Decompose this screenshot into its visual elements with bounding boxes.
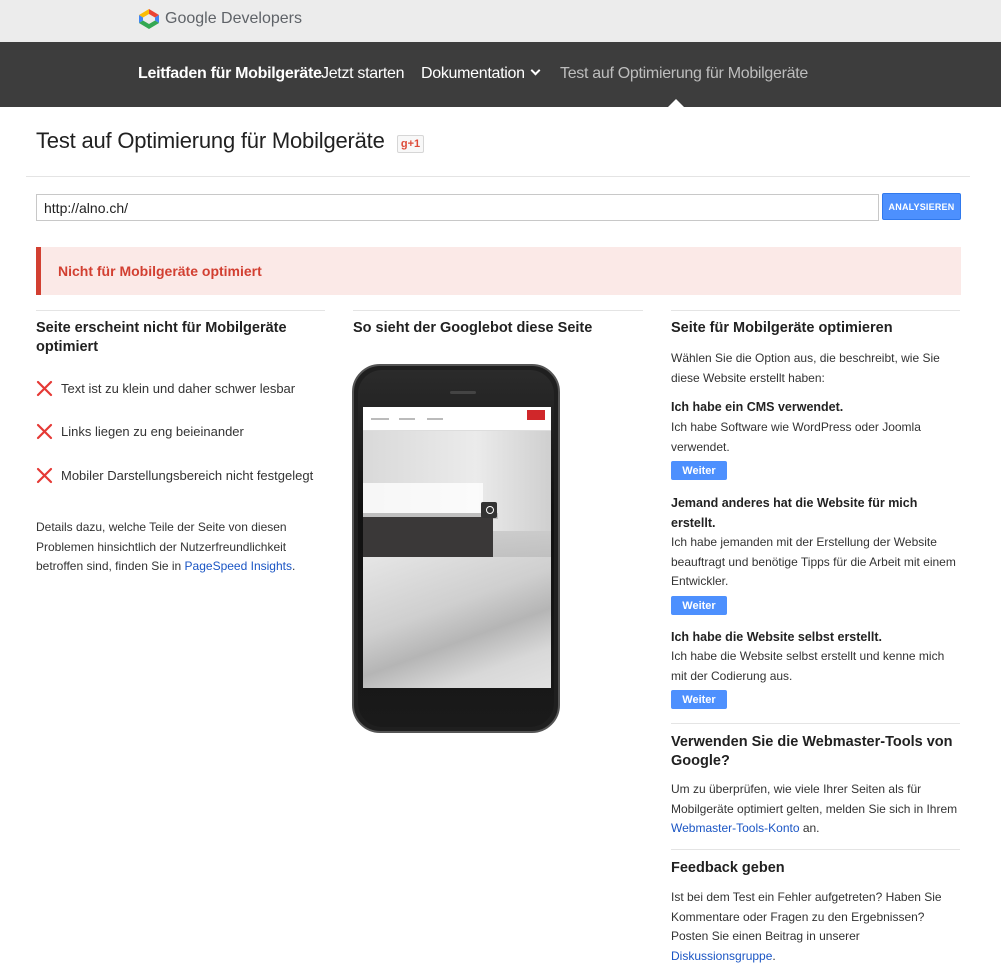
feedback-text-body: Ist bei dem Test ein Fehler aufgetreten?… bbox=[671, 890, 942, 943]
google-developers-logo[interactable]: Google Developers bbox=[138, 8, 302, 30]
webmaster-tools-link[interactable]: Webmaster-Tools-Konto bbox=[671, 821, 800, 835]
divider bbox=[671, 849, 960, 850]
option-desc: Ich habe Software wie WordPress oder Joo… bbox=[671, 420, 921, 454]
option-title: Jemand anderes hat die Website für mich … bbox=[671, 496, 918, 530]
googlebot-screenshot bbox=[363, 407, 551, 688]
phone-speaker bbox=[450, 391, 476, 394]
issue-item: Links liegen zu eng beieinander bbox=[36, 421, 244, 441]
details-text-end: . bbox=[291, 559, 296, 573]
screenshot-cabinet bbox=[363, 517, 493, 557]
weiter-button-self[interactable]: Weiter bbox=[671, 690, 727, 709]
issue-item: Text ist zu klein und daher schwer lesba… bbox=[36, 378, 295, 398]
nav-item-mobile-test[interactable]: Test auf Optimierung für Mobilgeräte bbox=[560, 65, 808, 83]
play-icon bbox=[481, 502, 497, 518]
analyze-button[interactable]: ANALYSIEREN bbox=[882, 193, 961, 220]
active-tab-caret bbox=[668, 99, 684, 107]
gplus-button[interactable]: g+1 bbox=[397, 135, 424, 153]
discussion-group-link[interactable]: Diskussionsgruppe bbox=[671, 949, 772, 963]
nav-item-get-started[interactable]: Jetzt starten bbox=[321, 65, 405, 83]
feedback-heading: Feedback geben bbox=[671, 860, 785, 876]
result-alert: Nicht für Mobilgeräte optimiert bbox=[36, 247, 961, 295]
webmaster-text-end: an. bbox=[799, 821, 820, 835]
error-x-icon bbox=[36, 467, 53, 483]
screenshot-logo bbox=[527, 410, 545, 420]
issue-text: Mobiler Darstellungsbereich nicht festge… bbox=[61, 467, 314, 483]
screenshot-menu-item bbox=[371, 418, 389, 420]
right-heading: Seite für Mobilgeräte optimieren bbox=[671, 320, 893, 336]
feedback-text-end: . bbox=[772, 948, 776, 963]
webmaster-text-body: Um zu überprüfen, wie viele Ihrer Seiten… bbox=[671, 782, 958, 816]
weiter-button-cms[interactable]: Weiter bbox=[671, 461, 727, 480]
right-intro: Wählen Sie die Option aus, die beschreib… bbox=[671, 351, 940, 385]
error-x-icon bbox=[36, 380, 53, 396]
screenshot-header bbox=[363, 407, 551, 431]
pagespeed-insights-link[interactable]: PageSpeed Insights bbox=[185, 559, 292, 573]
feedback-text: Ist bei dem Test ein Fehler aufgetreten?… bbox=[671, 888, 956, 966]
top-bar: Google Developers bbox=[0, 0, 1001, 42]
page-title: Test auf Optimierung für Mobilgeräte bbox=[36, 128, 385, 153]
divider bbox=[36, 310, 325, 311]
nav-item-guide[interactable]: Leitfaden für Mobilgeräte bbox=[138, 65, 322, 83]
option-title: Ich habe ein CMS verwendet. bbox=[671, 400, 844, 414]
screenshot-menu-item bbox=[427, 418, 443, 420]
error-x-icon bbox=[36, 423, 53, 439]
divider bbox=[26, 176, 970, 177]
url-input[interactable] bbox=[36, 194, 879, 221]
google-developers-icon bbox=[139, 9, 159, 29]
left-heading: Seite erscheint nicht für Mobilgeräte op… bbox=[36, 320, 287, 355]
chevron-down-icon bbox=[530, 65, 541, 76]
details-text: Details dazu, welche Teile der Seite von… bbox=[36, 518, 311, 577]
webmaster-heading: Verwenden Sie die Webmaster-Tools von Go… bbox=[671, 734, 953, 769]
divider bbox=[671, 723, 960, 724]
logo-text: Google Developers bbox=[165, 10, 302, 27]
nav-item-documentation-label: Dokumentation bbox=[421, 65, 525, 82]
option-desc: Ich habe die Website selbst erstellt und… bbox=[671, 649, 945, 683]
screenshot-floor bbox=[363, 557, 551, 688]
screenshot-menu-item bbox=[399, 418, 415, 420]
main-nav: Leitfaden für Mobilgeräte Jetzt starten … bbox=[0, 42, 1001, 107]
weiter-button-developer[interactable]: Weiter bbox=[671, 596, 727, 615]
nav-item-documentation[interactable]: Dokumentation bbox=[421, 65, 541, 83]
issue-item: Mobiler Darstellungsbereich nicht festge… bbox=[36, 465, 313, 485]
webmaster-text: Um zu überprüfen, wie viele Ihrer Seiten… bbox=[671, 780, 961, 839]
middle-heading: So sieht der Googlebot diese Seite bbox=[353, 320, 593, 336]
option-desc: Ich habe jemanden mit der Erstellung der… bbox=[671, 535, 956, 588]
issue-text: Links liegen zu eng beieinander bbox=[61, 423, 244, 439]
issue-text: Text ist zu klein und daher schwer lesba… bbox=[61, 380, 296, 396]
divider bbox=[671, 310, 960, 311]
option-title: Ich habe die Website selbst erstellt. bbox=[671, 630, 882, 644]
divider bbox=[353, 310, 643, 311]
alert-text: Nicht für Mobilgeräte optimiert bbox=[58, 263, 262, 279]
